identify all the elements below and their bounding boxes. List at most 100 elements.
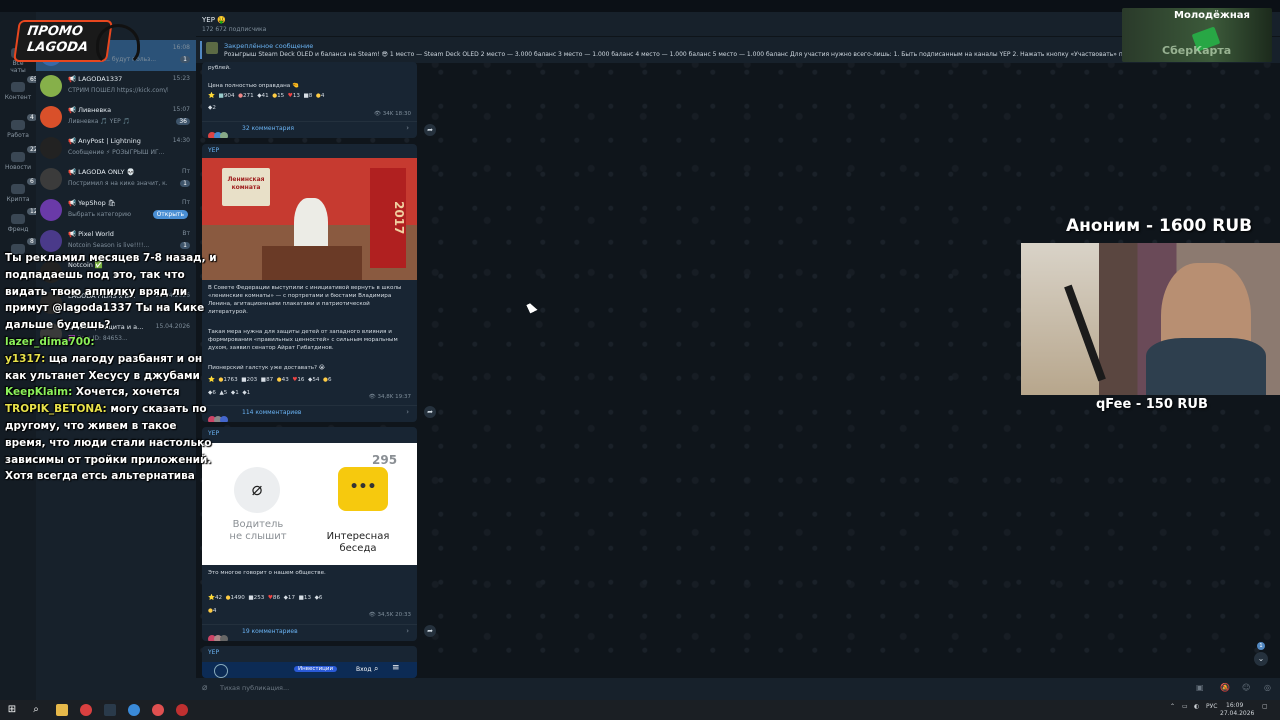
chat-name: 📢 LAGODA1337 bbox=[68, 75, 123, 83]
reaction-count[interactable]: 1763 bbox=[223, 377, 237, 383]
windows-start-icon[interactable]: ⊞ bbox=[6, 704, 18, 716]
attach-icon[interactable]: ⌀ bbox=[202, 683, 207, 693]
search-icon[interactable]: ⌕ bbox=[30, 704, 42, 716]
reactions-row[interactable]: ⭐42 ●1490 ■253 ♥86 ◆17 ■13 ◆6 bbox=[208, 595, 322, 601]
open-button[interactable]: Открыть bbox=[152, 210, 188, 219]
folder-friend[interactable]: 12 Френд bbox=[4, 208, 41, 233]
app-icon[interactable] bbox=[104, 704, 116, 716]
reaction-count[interactable]: 41 bbox=[262, 93, 269, 99]
comments-link[interactable]: 19 комментариев › bbox=[202, 624, 417, 641]
reaction-count[interactable]: 253 bbox=[254, 595, 265, 601]
notifications-icon[interactable]: ▢ bbox=[1262, 703, 1268, 710]
gift-icon[interactable]: ▣ bbox=[1196, 683, 1206, 693]
emoji-icon[interactable]: ☺ bbox=[1242, 683, 1252, 693]
reaction-count[interactable]: 1 bbox=[247, 390, 251, 396]
pinned-thumbnail bbox=[206, 42, 218, 54]
tray-chevron-icon[interactable]: ⌃ bbox=[1170, 703, 1175, 710]
forward-icon[interactable]: ➦ bbox=[424, 625, 436, 637]
comments-link[interactable]: 114 комментариев › bbox=[202, 405, 417, 422]
reaction-count[interactable]: 904 bbox=[224, 93, 235, 99]
reaction-count[interactable]: 6 bbox=[328, 377, 332, 383]
obs-icon[interactable] bbox=[176, 704, 188, 716]
telegram-icon[interactable] bbox=[128, 704, 140, 716]
folder-icon: 22 bbox=[11, 146, 41, 162]
search-icon: ⌕ bbox=[374, 664, 379, 673]
reaction-count[interactable]: 8 bbox=[309, 93, 313, 99]
post-image[interactable]: ⌀ Водитель не слышит ••• 295 Интересная … bbox=[202, 443, 417, 565]
promo-text: ПРОМО bbox=[26, 24, 84, 39]
channel-header[interactable]: YEP 🤑 172 672 подписчика bbox=[196, 12, 1280, 36]
comments-count: 114 комментариев bbox=[242, 409, 302, 416]
reaction-count[interactable]: 6 bbox=[319, 595, 323, 601]
reactions-row[interactable]: ⭐ ●1763 ■203 ■87 ●43 ♥16 ◆54 ●6 bbox=[208, 377, 332, 383]
chat-item[interactable]: 📢 LAGODA1337 СТРИМ ПОШЕЛ https://kick.co… bbox=[36, 71, 196, 102]
post-channel-name: YEP bbox=[208, 147, 220, 154]
reaction-count[interactable]: 15 bbox=[277, 93, 284, 99]
reaction-count[interactable]: 87 bbox=[266, 377, 273, 383]
camera-icon[interactable]: ◎ bbox=[1264, 683, 1274, 693]
message-input[interactable]: Тихая публикация... bbox=[220, 684, 289, 692]
unread-badge: 1 bbox=[180, 56, 190, 63]
reactions-row-2[interactable]: ●4 bbox=[208, 608, 216, 614]
reaction-count[interactable]: 203 bbox=[247, 377, 258, 383]
reaction-count[interactable]: 1490 bbox=[231, 595, 245, 601]
network-icon[interactable]: ▭ bbox=[1182, 703, 1188, 710]
chat-item[interactable]: 📢 YepShop 🛍 Выбрать категорию Пт Открыть bbox=[36, 195, 196, 226]
reaction-count[interactable]: 42 bbox=[215, 595, 222, 601]
folder-label: Работа bbox=[7, 132, 29, 139]
post-image[interactable]: Ленинская комната 2017 bbox=[202, 158, 417, 280]
file-explorer-icon[interactable] bbox=[56, 704, 68, 716]
reaction-count[interactable]: 13 bbox=[293, 93, 300, 99]
chat-text: Хочется, хочется bbox=[72, 386, 180, 399]
forward-icon[interactable]: ➦ bbox=[424, 406, 436, 418]
reaction-count[interactable]: 54 bbox=[312, 377, 319, 383]
scroll-down-icon[interactable]: ⌄ bbox=[1254, 652, 1268, 666]
yandex-browser-icon[interactable] bbox=[80, 704, 92, 716]
folder-icon: 4 bbox=[11, 114, 37, 130]
comments-count: 32 комментария bbox=[242, 125, 294, 132]
commenter-avatars bbox=[208, 628, 236, 641]
reaction-count[interactable]: 13 bbox=[304, 595, 311, 601]
reaction-star[interactable]: ⭐ bbox=[208, 595, 215, 601]
folder-label: Френд bbox=[7, 226, 29, 233]
reaction-count[interactable]: 4 bbox=[213, 608, 217, 614]
comments-link[interactable]: 32 комментария › bbox=[202, 121, 417, 138]
reaction-count[interactable]: 4 bbox=[321, 93, 325, 99]
folder-work[interactable]: 4 Работа bbox=[4, 114, 37, 139]
chat-name: 📢 AnyPost | Lightning bbox=[68, 137, 141, 145]
chat-user: y1317: bbox=[5, 352, 46, 365]
folder-content[interactable]: 65 Контент bbox=[4, 76, 41, 101]
reactions-row-2[interactable]: ◆2 bbox=[208, 105, 216, 111]
mute-icon[interactable]: 🔕 bbox=[1220, 683, 1230, 693]
chat-message: y1317: ща лагоду разбанят и он как ульта… bbox=[5, 351, 220, 385]
volume-icon[interactable]: ◐ bbox=[1194, 703, 1199, 710]
pinned-message[interactable]: Закреплённое сообщение Розыгрыш Steam De… bbox=[196, 36, 1280, 63]
language-indicator[interactable]: РУС bbox=[1206, 703, 1217, 710]
post-time: 20:33 bbox=[395, 612, 411, 618]
reaction-count[interactable]: 43 bbox=[282, 377, 289, 383]
reaction-count[interactable]: 2 bbox=[212, 105, 216, 111]
chat-item[interactable]: 📢 Ливневка Ливневка 🎵 YEP 🎵 15:07 36 bbox=[36, 102, 196, 133]
window-titlebar bbox=[0, 0, 1280, 12]
post-meta: 👁 34K 18:30 bbox=[374, 111, 411, 117]
chat-item[interactable]: 📢 LAGODA ONLY 💀 Постримил я на кике знач… bbox=[36, 164, 196, 195]
chat-time: 14:30 bbox=[172, 137, 190, 144]
folder-news[interactable]: 22 Новости bbox=[4, 146, 41, 171]
reaction-count[interactable]: 16 bbox=[297, 377, 304, 383]
reaction-star[interactable]: ⭐ bbox=[208, 93, 215, 99]
reactions-row[interactable]: ⭐ ■904 ●271 ◆41 ●15 ♥13 ■8 ●4 bbox=[208, 93, 324, 99]
app-icon[interactable] bbox=[152, 704, 164, 716]
chat-item[interactable]: 📢 AnyPost | Lightning Сообщение ⚡ РОЗЫГР… bbox=[36, 133, 196, 164]
chevron-right-icon: › bbox=[406, 124, 409, 132]
reaction-count[interactable]: 17 bbox=[288, 595, 295, 601]
reaction-count[interactable]: 271 bbox=[243, 93, 254, 99]
clock-date[interactable]: 27.04.2026 bbox=[1220, 710, 1254, 717]
reaction-count[interactable]: 1 bbox=[235, 390, 239, 396]
chat-preview: Ливневка 🎵 YEP 🎵 bbox=[68, 118, 131, 125]
post-image[interactable]: Инвестиции Вход ⌕ ≡ bbox=[202, 662, 417, 678]
clock-time[interactable]: 16:09 bbox=[1226, 702, 1243, 709]
reaction-count[interactable]: 5 bbox=[224, 390, 228, 396]
forward-icon[interactable]: ➦ bbox=[424, 124, 436, 136]
reaction-count[interactable]: 86 bbox=[273, 595, 280, 601]
folder-crypto[interactable]: 6 Крипта bbox=[4, 178, 37, 203]
